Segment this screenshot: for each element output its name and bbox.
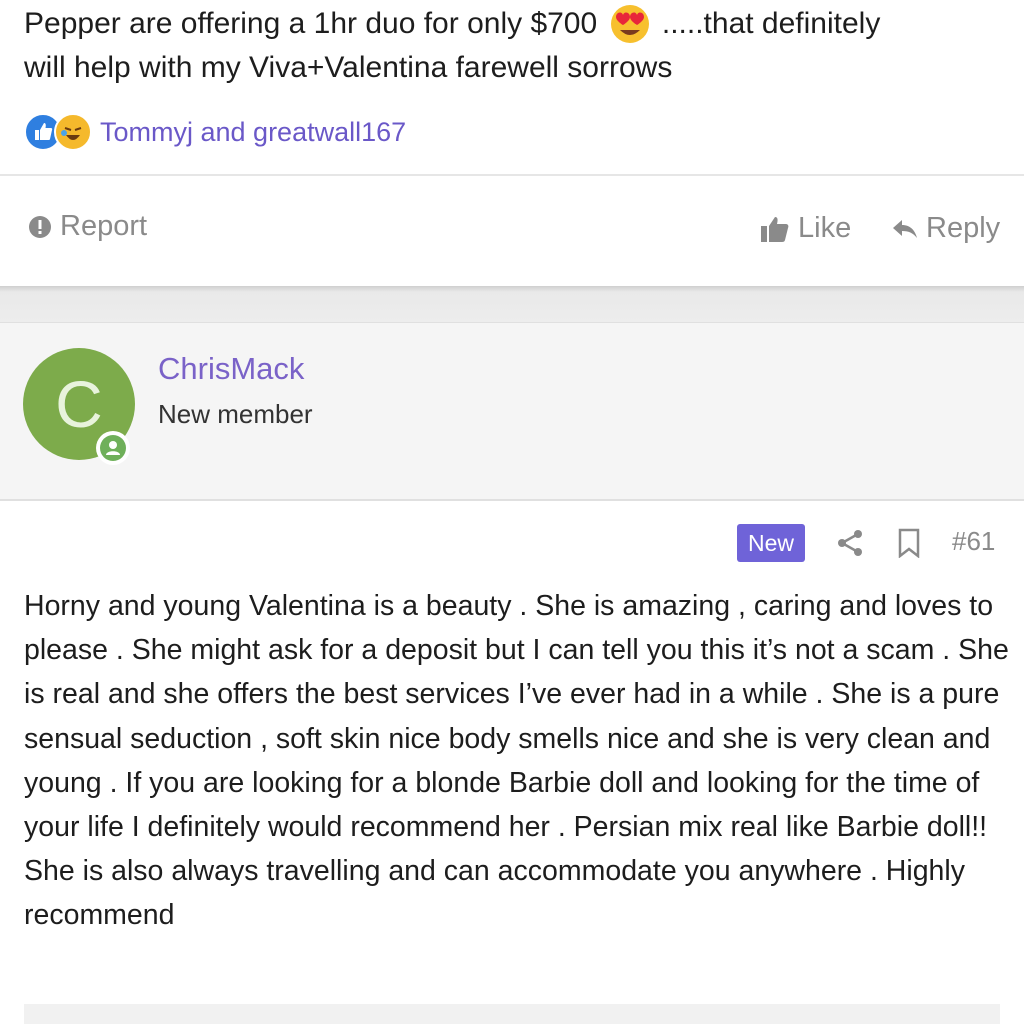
footer-bar	[24, 1004, 1000, 1024]
bookmark-icon[interactable]	[896, 528, 922, 559]
reply-arrow-icon	[892, 218, 926, 240]
report-button[interactable]: Report	[28, 210, 147, 243]
post-text-line1-end: .....that definitely	[661, 7, 881, 40]
post-text-line1: Pepper are offering a 1hr duo for only $…	[24, 7, 598, 40]
post-meta: New #61	[0, 522, 1024, 564]
reaction-users-link[interactable]: Tommyj and greatwall167	[100, 117, 406, 148]
share-icon[interactable]	[836, 528, 866, 558]
post-actions: Report Like Reply	[0, 196, 1024, 262]
post-text-line2: will help with my Viva+Valentina farewel…	[24, 51, 673, 84]
reply-button[interactable]: Reply	[892, 212, 1000, 245]
post-number-link[interactable]: #61	[952, 526, 995, 557]
heart-eyes-emoji-icon	[606, 2, 654, 46]
like-label: Like	[798, 212, 852, 244]
like-button[interactable]: Like	[760, 212, 851, 245]
post-body: Horny and young Valentina is a beauty . …	[24, 590, 1009, 932]
post-content: Pepper are offering a 1hr duo for only $…	[24, 2, 1004, 90]
report-label: Report	[60, 210, 148, 242]
laugh-reaction-icon	[54, 113, 92, 151]
reply-label: Reply	[926, 212, 1001, 244]
online-status-icon	[96, 431, 130, 465]
previous-post: Pepper are offering a 1hr duo for only $…	[0, 0, 1024, 286]
author-title: New member	[158, 399, 313, 429]
alert-icon	[28, 215, 60, 239]
post-separator	[0, 286, 1024, 322]
reactions-bar[interactable]: Tommyj and greatwall167	[24, 112, 406, 152]
thumbs-up-icon	[760, 215, 798, 243]
divider	[0, 174, 1024, 176]
author-name[interactable]: ChrisMack	[158, 351, 304, 387]
new-badge: New	[737, 524, 805, 562]
author-block: C ChrisMack New member	[0, 322, 1024, 501]
